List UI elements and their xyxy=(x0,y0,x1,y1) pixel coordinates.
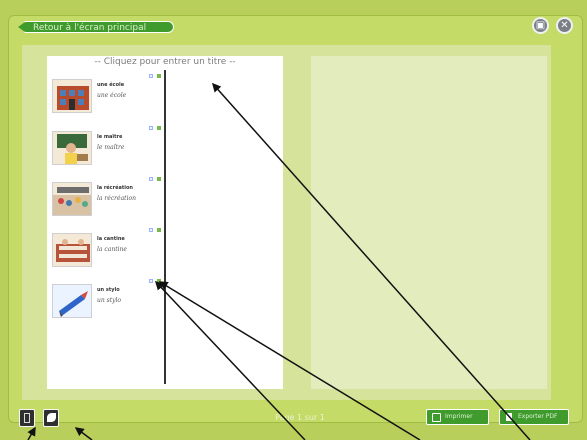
ink-icon xyxy=(47,413,56,422)
card-script: une école xyxy=(97,92,127,99)
edit-icon[interactable] xyxy=(149,74,153,78)
edit-icon[interactable] xyxy=(149,126,153,130)
card-word: la récréation xyxy=(97,185,133,191)
sound-icon[interactable] xyxy=(157,177,161,181)
close-icon: ✕ xyxy=(560,20,569,31)
card-word: la cantine xyxy=(97,236,125,242)
card[interactable]: le maître le maître xyxy=(47,124,167,172)
card-script: la récréation xyxy=(97,195,136,202)
card[interactable]: la récréation la récréation xyxy=(47,175,167,223)
card-script: la cantine xyxy=(97,246,127,253)
printer-icon xyxy=(432,413,441,422)
card-script: le maître xyxy=(97,144,125,151)
teacher-icon xyxy=(52,131,92,165)
export-pdf-label: Exporter PDF xyxy=(518,413,558,420)
card-script: un stylo xyxy=(97,297,122,304)
page-layout-icon xyxy=(24,413,30,423)
title-field[interactable]: -- Cliquez pour entrer un titre -- xyxy=(47,57,283,71)
export-pdf-button[interactable]: Exporter PDF xyxy=(499,409,569,425)
card-word: le maître xyxy=(97,134,123,140)
card[interactable]: la cantine la cantine xyxy=(47,226,167,274)
screen-icon: ▣ xyxy=(535,20,546,31)
ink-toggle-button[interactable] xyxy=(43,409,59,427)
card[interactable]: une école une école xyxy=(47,72,167,120)
sound-icon[interactable] xyxy=(157,228,161,232)
pen-icon xyxy=(52,284,92,318)
pdf-icon xyxy=(506,413,512,421)
print-label: Imprimer xyxy=(445,413,473,420)
screen-toggle-button[interactable]: ▣ xyxy=(532,17,549,34)
school-icon xyxy=(52,79,92,113)
edit-icon[interactable] xyxy=(149,279,153,283)
edit-icon[interactable] xyxy=(149,228,153,232)
card-word: une école xyxy=(97,82,125,88)
worksheet-page-empty xyxy=(311,56,547,389)
sound-icon[interactable] xyxy=(157,279,161,283)
sound-icon[interactable] xyxy=(157,126,161,130)
worksheet-editor: Retour à l'écran principal ▣ ✕ -- Clique… xyxy=(0,0,587,440)
card[interactable]: un stylo un stylo xyxy=(47,277,167,325)
page-indicator: Page 1 sur 1 xyxy=(275,413,325,422)
back-to-main-button[interactable]: Retour à l'écran principal xyxy=(18,21,174,33)
print-button[interactable]: Imprimer xyxy=(426,409,489,425)
page-layout-button[interactable] xyxy=(19,409,35,427)
playground-icon xyxy=(52,182,92,216)
sound-icon[interactable] xyxy=(157,74,161,78)
card-word: un stylo xyxy=(97,287,120,293)
canteen-icon xyxy=(52,233,92,267)
edit-icon[interactable] xyxy=(149,177,153,181)
close-button[interactable]: ✕ xyxy=(556,17,573,34)
